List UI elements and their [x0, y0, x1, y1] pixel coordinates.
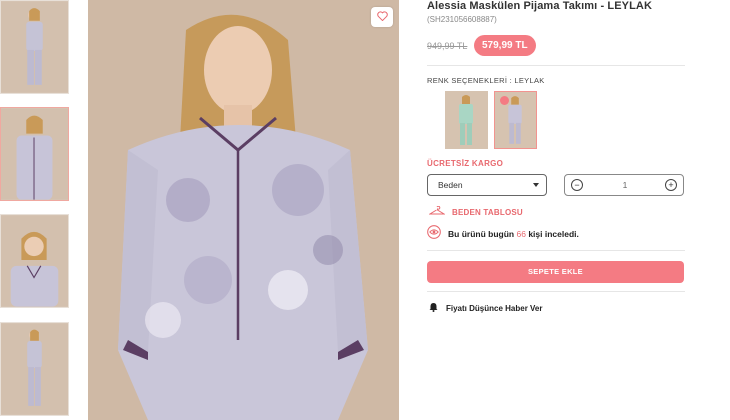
add-to-cart-button[interactable]: SEPETE EKLE [427, 261, 684, 283]
hanger-icon [428, 205, 446, 218]
bell-icon [429, 302, 438, 314]
heart-icon [376, 8, 388, 26]
eye-icon [427, 224, 441, 244]
quantity-stepper: − 1 + [564, 174, 684, 196]
color-swatch-mint[interactable] [445, 91, 488, 149]
viewers-count: 66 [516, 229, 526, 239]
caret-down-icon [533, 183, 539, 187]
size-table-label: BEDEN TABLOSU [452, 207, 523, 217]
favorite-button[interactable] [371, 7, 393, 27]
viewers-prefix: Bu ürünü bugün [448, 229, 515, 239]
color-swatch-lilac[interactable] [494, 91, 537, 149]
divider [427, 65, 685, 66]
size-select[interactable]: Beden [427, 174, 547, 196]
plus-icon[interactable]: + [665, 179, 677, 191]
viewers-suffix: kişi inceledi. [528, 229, 579, 239]
thumbnail-4[interactable] [0, 322, 69, 416]
size-select-value: Beden [438, 180, 463, 190]
divider [427, 250, 685, 251]
price-alert-label: Fiyatı Düşünce Haber Ver [446, 303, 543, 313]
product-title: Alessia Maskülen Pijama Takımı - LEYLAK [427, 0, 652, 12]
divider [427, 291, 685, 292]
product-sku: (SH231056608887) [427, 15, 497, 24]
sale-price-badge: 579,99 TL [474, 35, 536, 56]
thumbnail-3[interactable] [0, 214, 69, 308]
thumbnail-gallery [0, 0, 70, 420]
viewers-info: Bu ürünü bugün 66 kişi inceledi. [427, 224, 579, 244]
price-alert-link[interactable]: Fiyatı Düşünce Haber Ver [429, 301, 542, 315]
color-options-label: RENK SEÇENEKLERİ : LEYLAK [427, 76, 545, 85]
old-price: 949,99 TL [427, 41, 468, 51]
main-product-image[interactable] [88, 0, 399, 420]
viewers-text: Bu ürünü bugün 66 kişi inceledi. [448, 229, 579, 239]
selected-check-icon [500, 96, 509, 105]
thumbnail-1[interactable] [0, 0, 69, 94]
minus-icon[interactable]: − [571, 179, 583, 191]
free-shipping-label: ÜCRETSİZ KARGO [427, 159, 504, 168]
quantity-value[interactable]: 1 [617, 180, 633, 190]
thumbnail-2[interactable] [0, 107, 69, 201]
size-table-link[interactable]: BEDEN TABLOSU [427, 205, 523, 219]
